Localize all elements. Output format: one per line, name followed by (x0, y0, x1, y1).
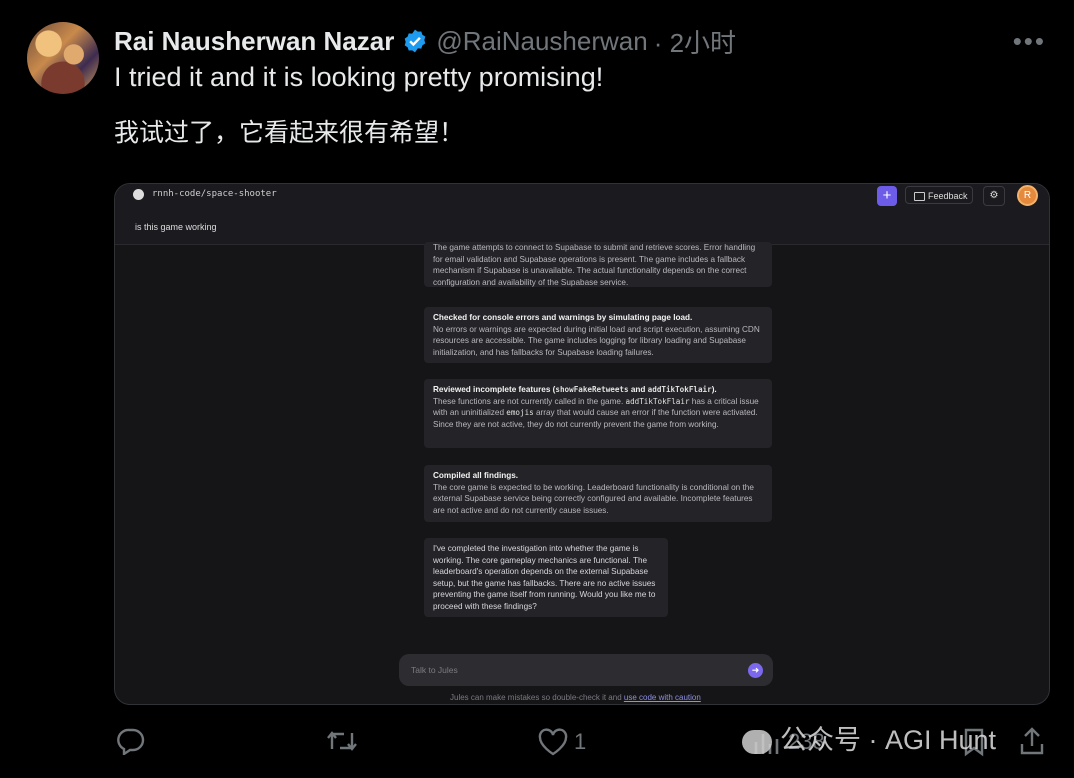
send-arrow-icon[interactable]: ➜ (748, 663, 763, 678)
reply-icon[interactable] (116, 727, 146, 755)
like-count: 1 (574, 729, 587, 754)
author-avatar[interactable] (27, 22, 99, 94)
like-heart-icon[interactable] (537, 728, 569, 756)
task-query-text: is this game working (135, 222, 217, 232)
agent-final-message: I've completed the investigation into wh… (424, 538, 668, 617)
verified-badge-icon (405, 29, 426, 53)
settings-gear-icon[interactable]: ⚙ (983, 186, 1005, 206)
more-options-icon[interactable]: ••• (1013, 26, 1046, 57)
author-name[interactable]: Rai Nausherwan Nazar (114, 26, 394, 57)
new-task-button[interactable]: + (877, 186, 897, 206)
share-icon[interactable] (1018, 726, 1046, 756)
task-query-bar: is this game working (115, 210, 1049, 245)
wechat-watermark: 公众号 · AGI Hunt (742, 718, 996, 757)
activity-card: Compiled all findings. The core game is … (424, 465, 772, 522)
card-body: These functions are not currently called… (433, 396, 759, 429)
repo-name[interactable]: rnnh-code/space-shooter (152, 189, 277, 199)
app-topbar: rnnh-code/space-shooter + Feedback ⚙ R (115, 184, 1049, 211)
post-time[interactable]: · 2小时 (654, 23, 736, 60)
card-title: Compiled all findings. (433, 471, 519, 480)
card-body: The game attempts to connect to Supabase… (433, 243, 756, 287)
embedded-screenshot[interactable]: rnnh-code/space-shooter + Feedback ⚙ R i… (114, 183, 1050, 705)
post-header: Rai Nausherwan Nazar @RaiNausherwan · 2小… (114, 24, 736, 58)
feedback-label: Feedback (928, 191, 968, 201)
feedback-icon (914, 192, 925, 201)
code-snippet: showFakeRetweets (555, 385, 629, 394)
chat-input[interactable]: Talk to Jules ➜ (399, 654, 773, 686)
feedback-button[interactable]: Feedback (905, 186, 973, 204)
chat-input-placeholder: Talk to Jules (411, 665, 458, 675)
user-avatar[interactable]: R (1017, 185, 1038, 206)
activity-card: Checked for console errors and warnings … (424, 307, 772, 363)
code-snippet: addTikTokFlair (625, 396, 690, 406)
activity-card: The game attempts to connect to Supabase… (424, 242, 772, 287)
code-snippet: addTikTokFlair (647, 385, 712, 394)
card-body: No errors or warnings are expected durin… (433, 324, 760, 357)
activity-card: Reviewed incomplete features (showFakeRe… (424, 379, 772, 448)
card-title: Reviewed incomplete features (showFakeRe… (433, 385, 717, 394)
github-icon (133, 189, 144, 200)
post-text-chinese: 我试过了，它看起来很有希望！ (114, 119, 465, 147)
caution-link[interactable]: use code with caution (624, 693, 701, 702)
code-snippet: emojis (506, 408, 534, 417)
author-handle[interactable]: @RaiNausherwan (436, 26, 647, 57)
card-body: The core game is expected to be working.… (433, 482, 754, 515)
post-text-english: I tried it and it is looking pretty prom… (114, 62, 604, 92)
wechat-icon (742, 729, 772, 754)
retweet-icon[interactable] (325, 728, 359, 754)
card-title: Checked for console errors and warnings … (433, 313, 693, 322)
disclaimer: Jules can make mistakes so double-check … (450, 693, 701, 702)
